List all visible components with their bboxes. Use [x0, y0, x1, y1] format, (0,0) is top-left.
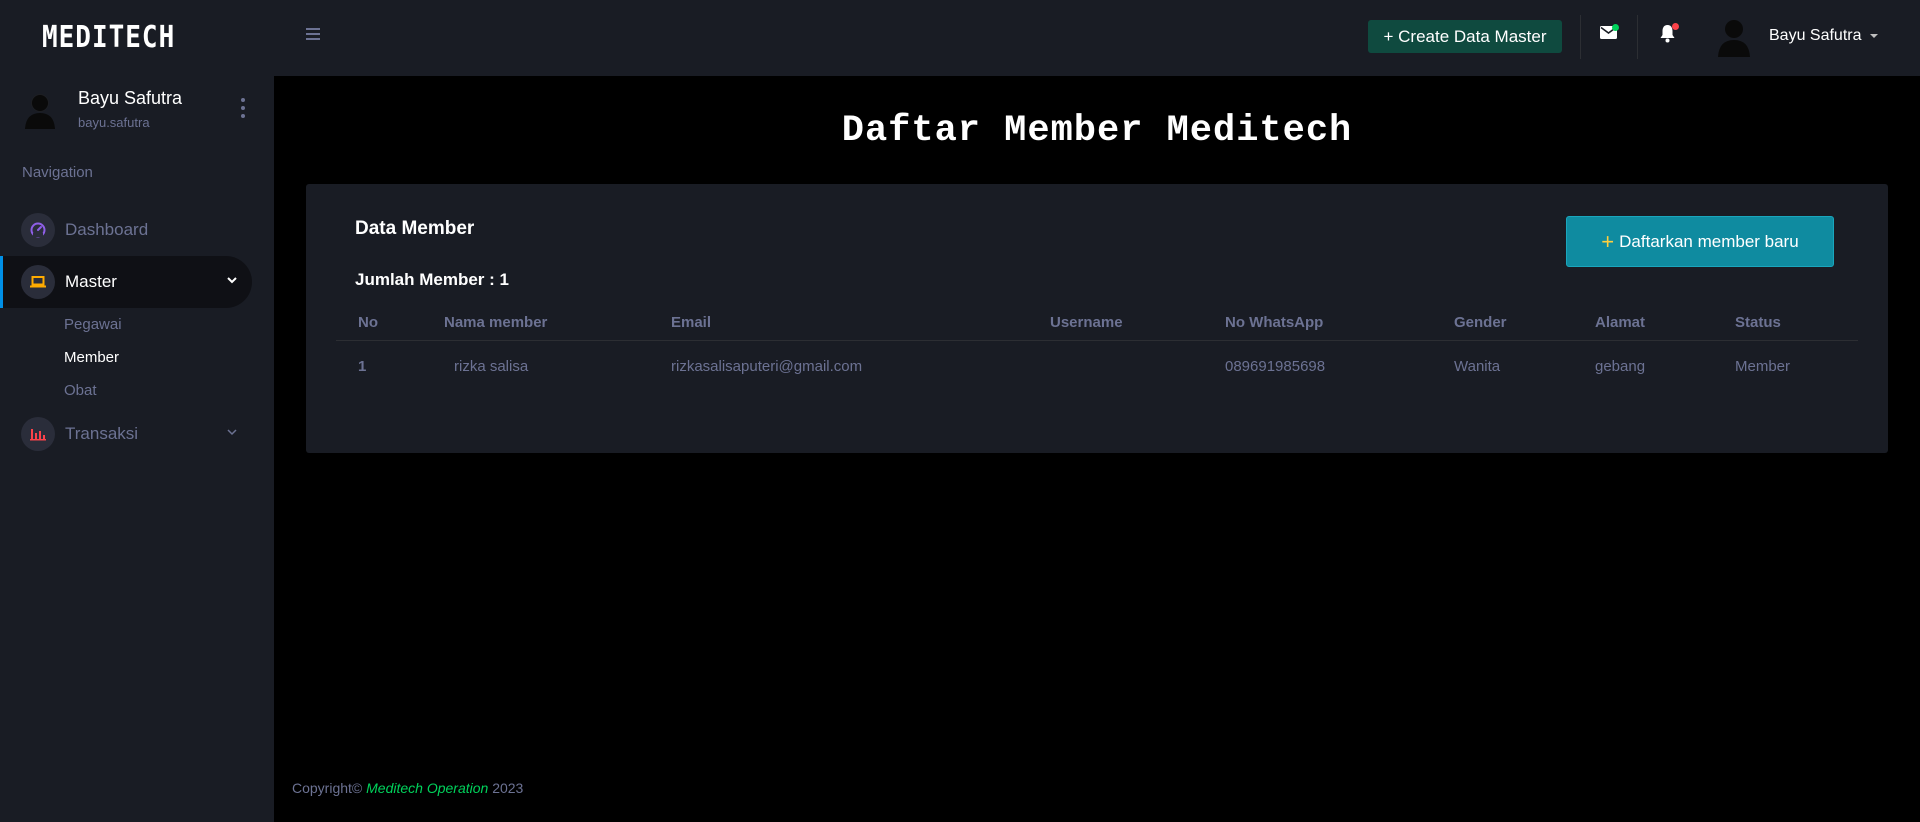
submenu-item-member[interactable]: Member [64, 341, 274, 374]
cell-gender: Wanita [1454, 358, 1501, 375]
chart-bar-icon [21, 417, 55, 451]
sidebar: MEDITECH Bayu Safutra bayu.safutra Navig… [0, 0, 274, 822]
sidebar-item-transaksi[interactable]: Transaksi [0, 408, 252, 460]
add-member-label: Daftarkan member baru [1619, 231, 1799, 251]
footer-brand-link[interactable]: Meditech Operation [366, 780, 488, 796]
profile-text: Bayu Safutra bayu.safutra [78, 88, 182, 130]
menu-toggle-icon[interactable] [306, 28, 320, 43]
mail-icon[interactable] [1600, 24, 1619, 44]
plus-icon: + [1601, 228, 1615, 254]
copyright-year: 2023 [492, 780, 524, 796]
cell-email: rizkasalisaputeri@gmail.com [671, 358, 863, 375]
member-card: Data Member Jumlah Member : 1 + Daftarka… [306, 184, 1888, 453]
topbar: + Create Data Master Bayu Safutra [274, 0, 1920, 76]
nav-title: Navigation [22, 164, 93, 181]
column-header-gender[interactable]: Gender [1454, 314, 1507, 331]
column-header-whatsapp[interactable]: No WhatsApp [1225, 314, 1323, 331]
cell-status: Member [1735, 358, 1791, 375]
sidebar-profile: Bayu Safutra bayu.safutra [0, 76, 274, 142]
column-header-username[interactable]: Username [1050, 314, 1123, 331]
brand-logo[interactable]: MEDITECH [0, 0, 274, 82]
table-header: No Nama member Email Username No WhatsAp… [336, 301, 1858, 341]
sidebar-item-label: Dashboard [65, 220, 149, 239]
page-title: Daftar Member Meditech [841, 110, 1353, 152]
user-menu[interactable]: Bayu Safutra [1769, 27, 1878, 45]
sidebar-item-dashboard[interactable]: Dashboard [0, 204, 252, 256]
column-header-status[interactable]: Status [1735, 314, 1781, 331]
more-vertical-icon[interactable] [240, 98, 246, 118]
cell-alamat: gebang [1595, 358, 1646, 375]
sidebar-item-master[interactable]: Master [0, 256, 252, 308]
profile-username: bayu.safutra [78, 115, 150, 130]
add-member-button[interactable]: + Daftarkan member baru [1566, 216, 1834, 267]
laptop-icon [21, 265, 55, 299]
divider [1580, 15, 1581, 59]
column-header-no[interactable]: No [358, 314, 378, 331]
caret-down-icon [1869, 34, 1878, 38]
table-row[interactable]: 1 rizka salisa rizkasalisaputeri@gmail.c… [336, 342, 1858, 392]
submenu-item-pegawai[interactable]: Pegawai [64, 308, 274, 341]
sidebar-item-label: Transaksi [65, 424, 139, 443]
member-count: Jumlah Member : 1 [355, 270, 509, 289]
card-title: Data Member [355, 218, 475, 239]
status-dot [1612, 24, 1619, 31]
cell-nama: rizka salisa [454, 358, 529, 375]
submenu-item-obat[interactable]: Obat [64, 374, 274, 407]
avatar[interactable] [20, 89, 60, 129]
divider [1637, 15, 1638, 59]
chevron-down-icon [226, 425, 238, 443]
cell-no: 1 [358, 358, 367, 375]
column-header-nama[interactable]: Nama member [444, 314, 547, 331]
bell-icon[interactable] [1659, 23, 1679, 48]
speedometer-icon [21, 213, 55, 247]
user-name: Bayu Safutra [1769, 27, 1862, 44]
main-content: Daftar Member Meditech Data Member Jumla… [274, 76, 1920, 822]
column-header-email[interactable]: Email [671, 314, 711, 331]
profile-name: Bayu Safutra [78, 88, 183, 108]
column-header-alamat[interactable]: Alamat [1595, 314, 1645, 331]
app: MEDITECH Bayu Safutra bayu.safutra Navig… [0, 0, 1920, 822]
create-data-master-button[interactable]: + Create Data Master [1368, 20, 1562, 53]
footer: Copyright© Meditech Operation 2023 [292, 780, 523, 796]
chevron-down-icon [226, 273, 238, 291]
cell-whatsapp: 089691985698 [1225, 358, 1326, 375]
avatar[interactable] [1714, 15, 1754, 57]
master-submenu: Pegawai Member Obat [0, 308, 274, 407]
status-dot [1672, 23, 1679, 30]
copyright-prefix: Copyright© [292, 780, 363, 796]
sidebar-item-label: Master [65, 272, 117, 291]
